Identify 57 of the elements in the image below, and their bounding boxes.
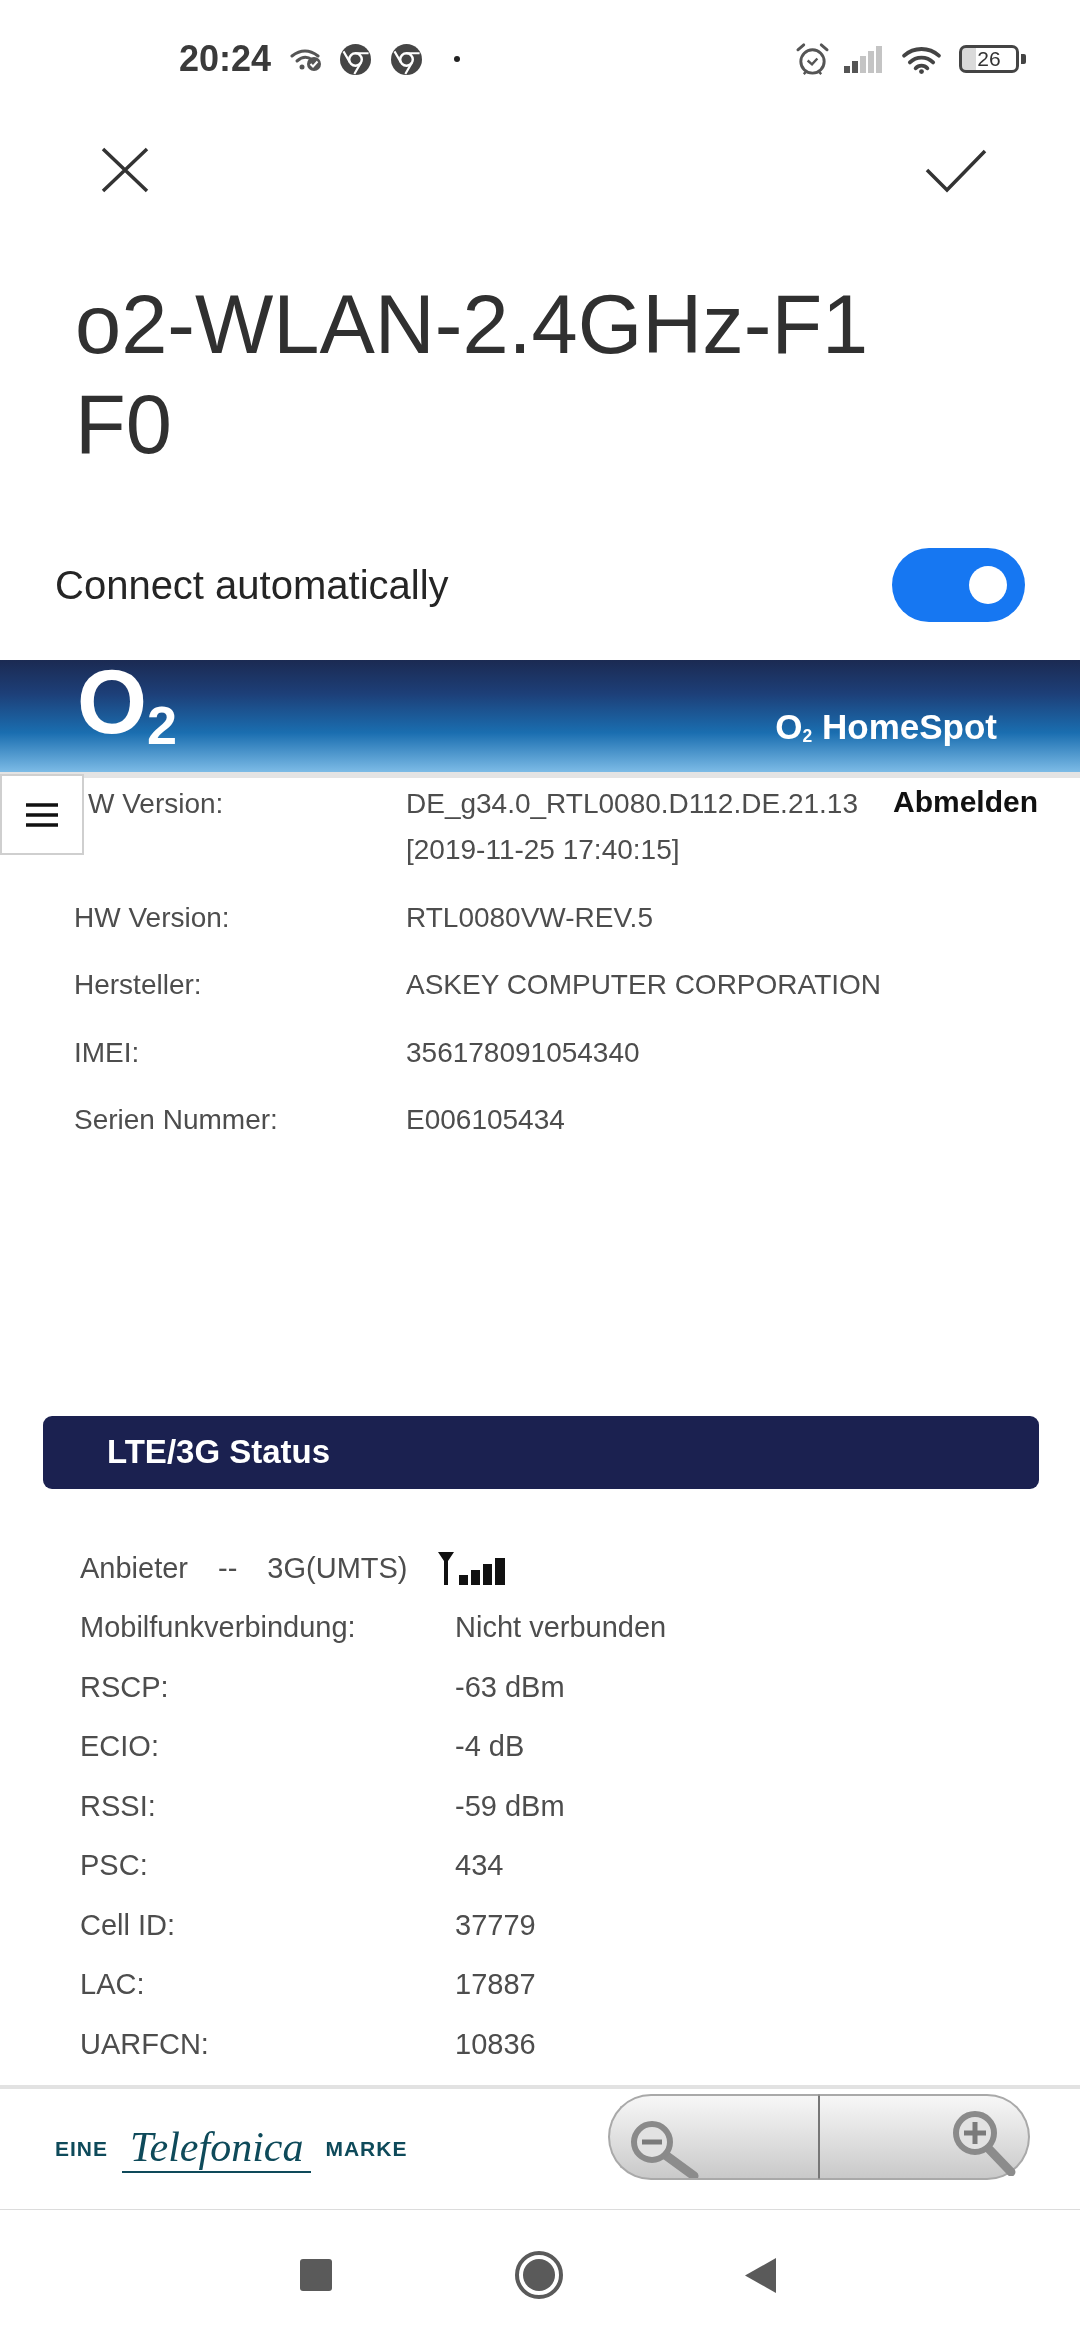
- battery-indicator: 26: [959, 45, 1026, 73]
- info-label: Serien Nummer:: [74, 1103, 279, 1137]
- app-notification-icon: [391, 43, 423, 75]
- alarm-icon: [795, 41, 830, 77]
- menu-icon: [26, 802, 58, 827]
- back-icon[interactable]: [745, 2257, 776, 2293]
- home-icon[interactable]: [515, 2251, 563, 2299]
- status-label: RSSI:: [80, 1788, 157, 1824]
- check-icon: [925, 147, 987, 193]
- confirm-button[interactable]: [925, 147, 987, 193]
- status-value: -4 dB: [455, 1729, 525, 1764]
- section-header: LTE/3G Status: [43, 1415, 1039, 1489]
- status-label: Mobilfunkverbindung:: [80, 1610, 357, 1645]
- status-value: 434: [455, 1848, 504, 1883]
- status-value: 37779: [455, 1907, 536, 1943]
- info-label: Hersteller:: [74, 968, 203, 1002]
- logout-link[interactable]: Abmelden: [892, 782, 1038, 822]
- close-icon: [101, 147, 149, 193]
- wifi-icon: [901, 44, 942, 74]
- provider-label: Anbieter: [80, 1550, 188, 1586]
- auto-connect-label: Connect automatically: [55, 562, 449, 608]
- info-value: ASKEY COMPUTER CORPORATION: [406, 968, 882, 1002]
- info-label: W Version:: [87, 787, 225, 821]
- brand-prefix: EINE: [55, 2137, 108, 2161]
- app-notification-icon: [340, 43, 372, 75]
- status-label: ECIO:: [80, 1729, 160, 1764]
- status-value: 10836: [455, 2026, 536, 2062]
- info-value: 356178091054340: [406, 1035, 640, 1070]
- signal-icon: [844, 45, 884, 73]
- brand-logo: O$_{2}$: [77, 660, 178, 756]
- info-value: E006105434: [406, 1103, 565, 1137]
- wifi-check-icon: [290, 47, 323, 71]
- network-type: 3G(UMTS): [267, 1550, 408, 1586]
- status-label: Cell ID:: [80, 1907, 177, 1943]
- info-value: RTL0080VW-REV.5: [406, 900, 653, 935]
- status-label: PSC:: [80, 1848, 149, 1883]
- info-label: HW Version:: [74, 900, 231, 935]
- info-value: DE_g34.0_RTL0080.D112.DE.21.13 [2019-11-25 17:40:15]: [406, 787, 859, 867]
- status-time: 20:24: [179, 38, 272, 80]
- brand-name: Telefonica: [122, 2125, 312, 2173]
- status-value: -59 dBm: [455, 1788, 565, 1824]
- brand-suffix: MARKE: [325, 2137, 408, 2161]
- menu-button[interactable]: [0, 774, 84, 855]
- status-value: Nicht verbunden: [455, 1610, 667, 1645]
- notification-dot-icon: [454, 56, 461, 62]
- info-label: IMEI:: [74, 1035, 141, 1070]
- status-label: LAC:: [80, 1967, 146, 2002]
- network-title: o2-WLAN-2.4GHz-F1F0: [75, 277, 870, 473]
- provider-operator: --: [218, 1550, 238, 1586]
- zoom-out-button[interactable]: [608, 2094, 819, 2180]
- homespot-brand: O$_{2}$ HomeSpot: [775, 707, 997, 748]
- status-label: RSCP:: [80, 1669, 170, 1705]
- close-button[interactable]: [101, 147, 149, 193]
- zoom-in-button[interactable]: [819, 2094, 1030, 2180]
- status-value: -63 dBm: [455, 1669, 565, 1705]
- status-label: UARFCN:: [80, 2026, 210, 2062]
- status-value: 17887: [455, 1967, 536, 2002]
